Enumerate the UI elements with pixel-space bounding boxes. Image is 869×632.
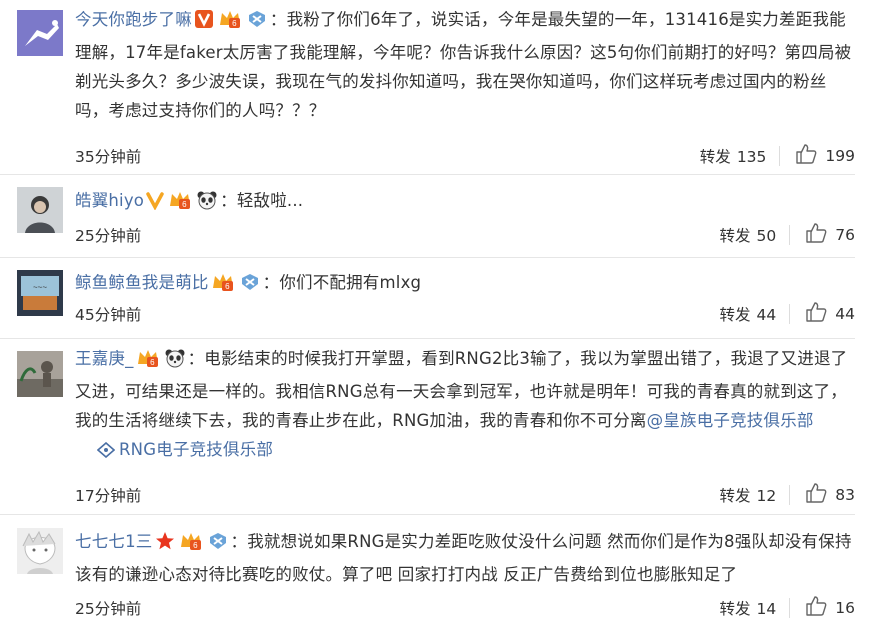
repost-count: 50 xyxy=(756,227,777,245)
like-count: 83 xyxy=(835,486,855,504)
comment-text: 你们不配拥有mlxg xyxy=(279,273,422,292)
thumbs-up-icon xyxy=(805,222,827,248)
thumbs-up-icon xyxy=(805,301,827,327)
svg-text:6: 6 xyxy=(225,282,230,291)
like-count: 76 xyxy=(835,226,855,244)
comment-actions: 转发 44 44 xyxy=(720,301,855,327)
repost-label: 转发 xyxy=(719,227,751,245)
fan-badge-icon[interactable] xyxy=(246,9,268,38)
comment-actions: 转发 50 76 xyxy=(720,222,855,248)
topic-icon xyxy=(96,438,116,467)
verified-v-icon[interactable] xyxy=(146,190,164,219)
like-count: 16 xyxy=(835,599,855,617)
action-divider xyxy=(789,485,791,505)
comment-username[interactable]: 今天你跑步了嘛 xyxy=(75,10,192,29)
comment-time: 25分钟前 xyxy=(75,227,142,245)
comment-body: 王嘉庚_ 6 ：电影结束的时候我打开掌盟，看到RNG2比3输了，我以为掌盟出错了，我… xyxy=(75,344,855,467)
comment-item: 皓翼hiyo 6 ：轻敌啦... 25分钟前 转发 50 76 xyxy=(0,175,869,258)
like-button[interactable]: 76 xyxy=(805,222,855,248)
svg-text:6: 6 xyxy=(150,358,155,367)
panda-icon[interactable] xyxy=(196,190,218,219)
avatar[interactable]: ~~~ xyxy=(17,270,63,316)
comment-time: 35分钟前 xyxy=(75,148,142,166)
comment-username[interactable]: 鲸鱼鲸鱼我是萌比 xyxy=(75,273,209,292)
comment-body: 皓翼hiyo 6 ：轻敌啦... xyxy=(75,186,855,219)
repost-label: 转发 xyxy=(719,306,751,324)
like-count: 44 xyxy=(835,305,855,323)
vip-crown-icon[interactable]: 6 xyxy=(168,190,192,219)
vip-crown-icon[interactable]: 6 xyxy=(218,9,242,38)
comment-separator: ： xyxy=(220,191,237,210)
svg-text:6: 6 xyxy=(182,200,187,209)
comment-text: 轻敌啦... xyxy=(236,191,304,210)
comment-body: 今天你跑步了嘛 6 ：我粉了你们6年了，说实话，今年是最失望的一年，131416是实… xyxy=(75,5,855,125)
action-divider xyxy=(789,225,791,245)
comment-actions: 转发 12 83 xyxy=(720,482,855,508)
thumbs-up-icon xyxy=(805,482,827,508)
action-divider xyxy=(789,598,791,618)
fan-badge-icon[interactable] xyxy=(239,272,261,301)
comment-body: 鲸鱼鲸鱼我是萌比 6 ：你们不配拥有mlxg xyxy=(75,268,855,301)
fan-badge-icon[interactable] xyxy=(207,531,229,560)
repost-count: 14 xyxy=(756,600,777,618)
thumbs-up-icon xyxy=(805,595,827,621)
avatar[interactable] xyxy=(17,187,63,233)
repost-label: 转发 xyxy=(699,148,731,166)
repost-label: 转发 xyxy=(719,487,751,505)
comment-username[interactable]: 七七七1三 xyxy=(75,532,153,551)
repost-label: 转发 xyxy=(719,600,751,618)
comment-item: 王嘉庚_ 6 ：电影结束的时候我打开掌盟，看到RNG2比3输了，我以为掌盟出错了，我… xyxy=(0,339,869,515)
comment-username[interactable]: 王嘉庚_ xyxy=(75,349,134,368)
verified-v-icon[interactable] xyxy=(194,9,214,38)
comment-separator: ： xyxy=(262,273,280,292)
like-button[interactable]: 16 xyxy=(805,595,855,621)
vip-crown-icon[interactable]: 6 xyxy=(179,531,203,560)
topic-link[interactable]: RNG电子竞技俱乐部 xyxy=(119,440,273,459)
star-icon[interactable] xyxy=(155,531,175,560)
action-divider xyxy=(779,146,781,166)
repost-button[interactable]: 转发 44 xyxy=(720,303,777,325)
repost-count: 44 xyxy=(756,306,777,324)
avatar[interactable] xyxy=(17,10,63,56)
like-count: 199 xyxy=(825,147,855,165)
comment-body: 七七七1三 6 ：我就想说如果RNG是实力差距吃败仗没什么问题 然而你们是作为8强队… xyxy=(75,527,855,589)
like-button[interactable]: 199 xyxy=(795,143,855,169)
comment-actions: 转发 135 199 xyxy=(700,143,855,169)
comment-time: 45分钟前 xyxy=(75,306,142,324)
vip-crown-icon[interactable]: 6 xyxy=(136,348,160,377)
comment-separator: ： xyxy=(230,532,248,551)
comment-item: 七七七1三 6 ：我就想说如果RNG是实力差距吃败仗没什么问题 然而你们是作为8强队… xyxy=(0,515,869,632)
repost-count: 135 xyxy=(736,148,767,166)
vip-crown-icon[interactable]: 6 xyxy=(211,272,235,301)
comment-username[interactable]: 皓翼hiyo xyxy=(75,191,144,210)
repost-button[interactable]: 转发 12 xyxy=(720,484,777,506)
avatar[interactable] xyxy=(17,528,63,574)
comment-time: 17分钟前 xyxy=(75,487,142,505)
avatar[interactable] xyxy=(17,351,63,397)
comment-item: ~~~ 鲸鱼鲸鱼我是萌比 6 ：你们不配拥有mlxg 45分钟前 转发 44 44 xyxy=(0,258,869,339)
repost-count: 12 xyxy=(756,487,777,505)
svg-text:6: 6 xyxy=(193,541,198,550)
comment-actions: 转发 14 16 xyxy=(720,595,855,621)
panda-icon[interactable] xyxy=(164,348,186,377)
repost-button[interactable]: 转发 135 xyxy=(700,145,767,167)
comment-separator: ： xyxy=(187,349,205,368)
svg-text:6: 6 xyxy=(232,19,237,28)
thumbs-up-icon xyxy=(795,143,817,169)
mention-link[interactable]: @皇族电子竞技俱乐部 xyxy=(647,411,814,430)
like-button[interactable]: 44 xyxy=(805,301,855,327)
repost-button[interactable]: 转发 50 xyxy=(720,224,777,246)
comment-item: 今天你跑步了嘛 6 ：我粉了你们6年了，说实话，今年是最失望的一年，131416是实… xyxy=(0,0,869,175)
svg-text:~~~: ~~~ xyxy=(33,283,47,292)
like-button[interactable]: 83 xyxy=(805,482,855,508)
comment-time: 25分钟前 xyxy=(75,600,142,618)
action-divider xyxy=(789,304,791,324)
repost-button[interactable]: 转发 14 xyxy=(720,597,777,619)
comment-separator: ： xyxy=(269,10,287,29)
